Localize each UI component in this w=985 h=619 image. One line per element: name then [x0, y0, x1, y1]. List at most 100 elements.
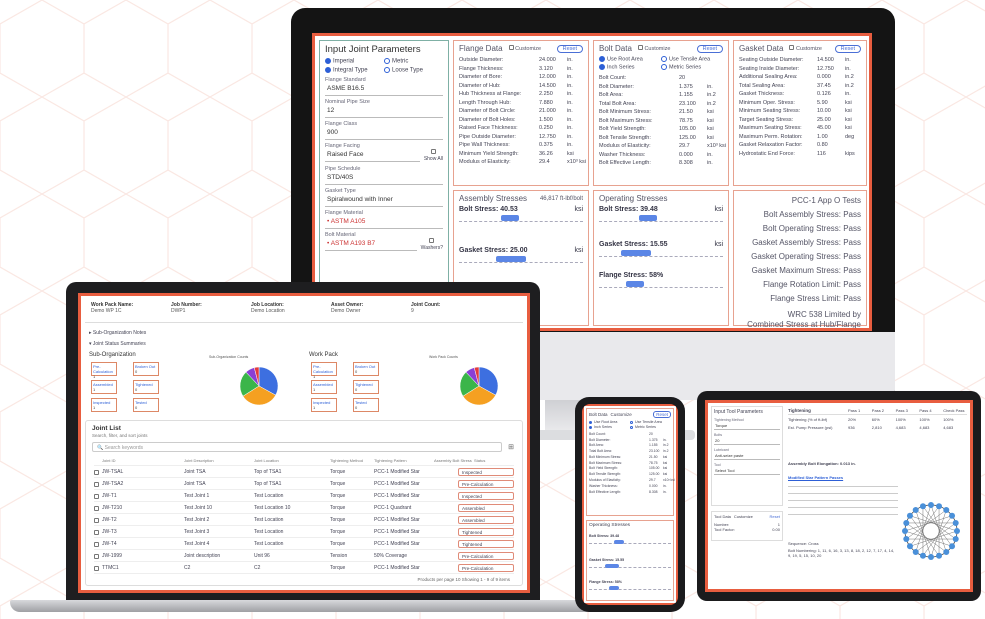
nps-select[interactable]: 12	[325, 105, 443, 119]
flange-standard-select[interactable]: ASME B16.5	[325, 83, 443, 97]
status-summary-box[interactable]: Inspected 1	[311, 398, 337, 412]
phone-gasket-slider[interactable]	[589, 564, 671, 572]
operating-bolt-stress-slider[interactable]	[599, 215, 723, 229]
table-row[interactable]: TTMC1 C2 C2 Torque PCC-1 Modified Star Pre-Ca…	[94, 563, 514, 574]
flange-class-select[interactable]: 900	[325, 127, 443, 141]
row-value[interactable]: 78.75	[649, 461, 663, 465]
inch-series-radio[interactable]: Inch Series	[599, 64, 661, 71]
tool-select[interactable]: Select Tool	[714, 467, 780, 475]
row-value[interactable]: 20	[649, 432, 663, 436]
row-value[interactable]: 125.00	[649, 472, 663, 476]
row-value[interactable]: 0.250	[539, 125, 567, 131]
table-row[interactable]: JW-TSA2 Joint TSA Top of TSA1 Torque PCC-1 M…	[94, 479, 514, 490]
row-value[interactable]: 7.880	[539, 100, 567, 106]
table-row[interactable]: JW-T2 Test Joint 2 Test Location Torque PCC-…	[94, 515, 514, 526]
row-value[interactable]: 0.126	[817, 91, 845, 97]
row-checkbox[interactable]	[94, 505, 99, 511]
pipe-schedule-select[interactable]: STD/40S	[325, 172, 443, 186]
bolt-reset-button[interactable]: Reset	[696, 44, 723, 53]
row-value[interactable]: 5.90	[817, 100, 845, 106]
tool-reset-button[interactable]: Reset	[770, 514, 780, 519]
row-value[interactable]: 105.00	[649, 466, 663, 470]
row-value[interactable]: 1.155	[679, 92, 707, 98]
status-summary-box[interactable]: Broken Out 0	[133, 362, 159, 376]
row-value[interactable]: 0.000	[817, 74, 845, 80]
row-value[interactable]: 1.00	[817, 134, 845, 140]
operating-gasket-stress-slider[interactable]	[599, 250, 723, 264]
table-row[interactable]: JW-T3 Test Joint 3 Test Location Torque PCC-…	[94, 527, 514, 538]
row-value[interactable]: 21.50	[679, 109, 707, 115]
metric-radio[interactable]: Metric	[384, 58, 443, 65]
row-value[interactable]: 12.750	[817, 66, 845, 72]
status-summary-box[interactable]: Tested 0	[133, 398, 159, 412]
column-header[interactable]: Joint Location	[254, 458, 279, 463]
row-value[interactable]: 25.00	[817, 117, 845, 123]
column-header[interactable]: Joint ID	[102, 458, 116, 463]
phone-reset-button[interactable]: Reset	[653, 411, 671, 418]
operating-flange-stress-slider[interactable]	[599, 281, 723, 295]
flange-material-select[interactable]: • ASTM A105	[325, 216, 443, 230]
row-value[interactable]: 0.000	[679, 152, 707, 158]
row-value[interactable]: 45.00	[817, 125, 845, 131]
row-value[interactable]: 29.4	[539, 159, 567, 165]
status-summary-box[interactable]: Tightened 0	[353, 380, 379, 394]
use-root-area-radio[interactable]: Use Root Area	[599, 56, 661, 62]
row-value[interactable]: 1.375	[679, 84, 707, 90]
row-value[interactable]: 21.000	[539, 108, 567, 114]
row-value[interactable]: 36.26	[539, 151, 567, 157]
row-value[interactable]: 125.00	[679, 135, 707, 141]
status-summary-box[interactable]: Tested 0	[353, 398, 379, 412]
row-checkbox[interactable]	[94, 565, 99, 571]
tightening-method-select[interactable]: Torque	[714, 422, 780, 430]
status-summary-box[interactable]: Broken Out 0	[353, 362, 379, 376]
bolts-field[interactable]: 20	[714, 437, 780, 445]
row-value[interactable]: 0.80	[817, 142, 845, 148]
row-value[interactable]: 24.000	[539, 57, 567, 63]
phone-root-area-radio[interactable]: Use Root Area	[589, 420, 630, 424]
table-row[interactable]: JW-TSAL Joint TSA Top of TSA1 Torque PCC-1 M…	[94, 467, 514, 478]
row-value[interactable]: 10.00	[817, 108, 845, 114]
gasket-type-select[interactable]: Spiralwound with Inner	[325, 194, 443, 208]
phone-tensile-area-radio[interactable]: Use Tensile Area	[630, 420, 671, 424]
row-value[interactable]: 3.120	[539, 66, 567, 72]
status-summary-box[interactable]: Inspected 1	[91, 398, 117, 412]
table-row[interactable]: JW-T4 Test Joint 4 Test Location Torque PCC-…	[94, 539, 514, 550]
status-summary-box[interactable]: Pre-Calculation 1	[311, 362, 337, 379]
status-summary-box[interactable]: Assembled 1	[91, 380, 117, 394]
row-checkbox[interactable]	[94, 481, 99, 487]
row-value[interactable]: 0.375	[539, 142, 567, 148]
pagination-footer[interactable]: Products per page 10 Showing 1 - 9 of 9 …	[417, 577, 510, 582]
bolt-material-select[interactable]: • ASTM A193 B7	[325, 238, 417, 252]
table-row[interactable]: JW-T210 Test Joint 10 Test Location 10 Torq…	[94, 503, 514, 514]
gasket-reset-button[interactable]: Reset	[834, 44, 861, 53]
row-value[interactable]: 12.000	[539, 74, 567, 80]
row-value[interactable]: 116	[817, 151, 845, 157]
column-header[interactable]: Tightening Method	[330, 458, 363, 463]
status-summary-box[interactable]: Tightened 0	[133, 380, 159, 394]
row-value[interactable]: 12.750	[539, 134, 567, 140]
assembly-gasket-stress-slider[interactable]	[459, 256, 583, 270]
row-value[interactable]: 21.50	[649, 455, 663, 459]
phone-customize[interactable]: Customize	[611, 412, 632, 417]
row-checkbox[interactable]	[94, 493, 99, 499]
column-header[interactable]: Assembly Bolt Stress	[434, 458, 472, 463]
row-value[interactable]: 8.308	[649, 490, 663, 494]
row-value[interactable]: 23.100	[649, 449, 663, 453]
gasket-customize-toggle[interactable]: Customize	[789, 45, 822, 52]
phone-metric-radio[interactable]: Metric Series	[630, 425, 671, 429]
row-checkbox[interactable]	[94, 541, 99, 547]
phone-bolt-slider[interactable]	[589, 540, 671, 548]
row-value[interactable]: 37.45	[817, 83, 845, 89]
status-summary-box[interactable]: Assembled 1	[311, 380, 337, 394]
table-row[interactable]: JW-T1 Test Joint 1 Test Location Torque PCC-…	[94, 491, 514, 502]
row-value[interactable]: 1.375	[649, 438, 663, 442]
row-value[interactable]: 29.7	[649, 478, 663, 482]
row-value[interactable]: 8.308	[679, 160, 707, 166]
row-value[interactable]: 2.250	[539, 91, 567, 97]
lubricant-select[interactable]: Anti-seize paste	[714, 452, 780, 460]
row-checkbox[interactable]	[94, 529, 99, 535]
row-value[interactable]: 29.7	[679, 143, 707, 149]
row-value[interactable]: 14.500	[539, 83, 567, 89]
flange-facing-select[interactable]: Raised Face	[325, 149, 420, 163]
joint-status-summaries-toggle[interactable]: ▾ Joint Status Summaries	[89, 341, 146, 347]
